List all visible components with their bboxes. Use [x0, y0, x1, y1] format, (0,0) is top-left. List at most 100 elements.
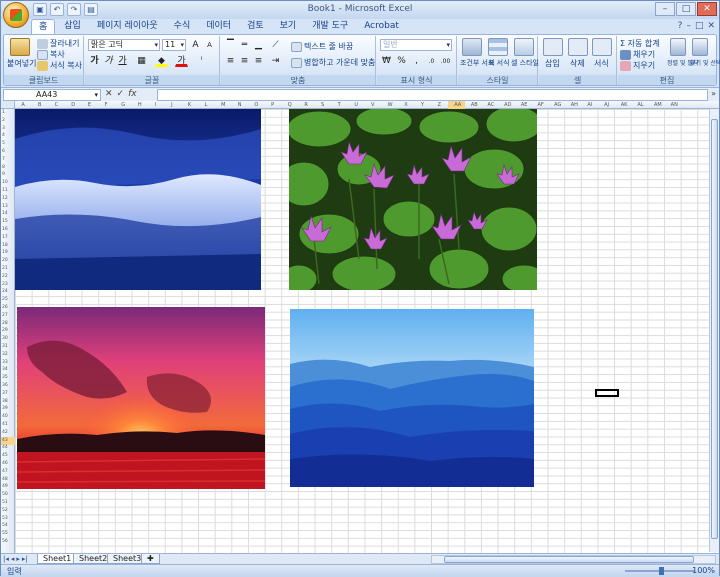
column-header[interactable]: AE	[521, 102, 528, 108]
column-header[interactable]: R	[304, 102, 307, 108]
column-header[interactable]: AI	[587, 102, 592, 108]
row-header[interactable]: 56	[2, 539, 8, 544]
column-header[interactable]: AM	[654, 102, 662, 108]
zoom-slider-knob[interactable]	[659, 567, 664, 575]
row-header[interactable]: 6	[2, 149, 5, 154]
insert-cells-button[interactable]: 삽입	[545, 58, 560, 69]
row-header[interactable]: 19	[2, 250, 8, 255]
row-header[interactable]: 31	[2, 344, 8, 349]
bold-button[interactable]: 가	[88, 55, 101, 67]
row-header[interactable]: 11	[2, 188, 8, 193]
row-header[interactable]: 37	[2, 391, 8, 396]
row-header[interactable]: 18	[2, 243, 8, 248]
row-header[interactable]: 1	[2, 110, 5, 115]
comma-button[interactable]: ,	[410, 55, 423, 67]
cell-styles-button[interactable]: 셀 스타일	[511, 58, 539, 68]
row-header[interactable]: 33	[2, 360, 8, 365]
column-header[interactable]: T	[338, 102, 341, 108]
align-center-button[interactable]: ≡	[238, 55, 251, 67]
column-header[interactable]: O	[254, 102, 258, 108]
number-format-select[interactable]: 일반 ▾	[380, 39, 452, 51]
find-select-icon[interactable]	[692, 38, 708, 56]
insert-sheet-icon[interactable]: ✚	[141, 554, 160, 564]
row-header[interactable]: 45	[2, 453, 8, 458]
align-left-button[interactable]: ≡	[224, 55, 237, 67]
row-header[interactable]: 52	[2, 508, 8, 513]
row-header[interactable]: 21	[2, 266, 8, 271]
column-header[interactable]: Z	[438, 102, 441, 108]
row-header[interactable]: 22	[2, 274, 8, 279]
sheet-tab-1[interactable]: Sheet1	[37, 554, 78, 564]
tab-formulas[interactable]: 수식	[167, 19, 198, 34]
zoom-level[interactable]: 100%	[692, 566, 715, 575]
row-header[interactable]: 54	[2, 523, 8, 528]
row-header[interactable]: 23	[2, 282, 8, 287]
column-header[interactable]: F	[105, 102, 108, 108]
column-header[interactable]: C	[55, 102, 59, 108]
office-button[interactable]	[3, 2, 29, 28]
row-header[interactable]: 8	[2, 165, 5, 170]
row-header[interactable]: 29	[2, 328, 8, 333]
column-header[interactable]: Y	[421, 102, 424, 108]
help-icon[interactable]: ?	[678, 21, 683, 31]
tab-review[interactable]: 검토	[240, 19, 271, 34]
row-header[interactable]: 25	[2, 297, 8, 302]
expand-formula-icon[interactable]: »	[711, 89, 716, 98]
column-header[interactable]: L	[204, 102, 207, 108]
last-sheet-icon[interactable]: ▸|	[22, 555, 28, 563]
clear-button[interactable]: 지우기	[620, 60, 655, 71]
column-header[interactable]: D	[71, 102, 75, 108]
font-name-select[interactable]: 맑은 고딕 ▾	[88, 39, 160, 51]
tab-view[interactable]: 보기	[273, 19, 304, 34]
row-header[interactable]: 50	[2, 492, 8, 497]
row-header[interactable]: 51	[2, 500, 8, 505]
column-header[interactable]: H	[138, 102, 142, 108]
row-header[interactable]: 13	[2, 204, 8, 209]
column-header[interactable]: AH	[571, 102, 578, 108]
selected-cell[interactable]	[595, 389, 619, 397]
picture-sunset[interactable]	[17, 307, 265, 489]
align-top-button[interactable]: ▔	[224, 39, 237, 51]
row-header[interactable]: 44	[2, 445, 8, 450]
row-header[interactable]: 36	[2, 383, 8, 388]
row-header[interactable]: 34	[2, 367, 8, 372]
format-painter-button[interactable]: 서식 복사	[37, 60, 82, 71]
name-box[interactable]: AA43 ▾	[3, 89, 101, 101]
conditional-format-icon[interactable]	[462, 38, 482, 56]
font-color-button[interactable]: 가	[175, 55, 188, 67]
column-header[interactable]: V	[371, 102, 374, 108]
format-cells-button[interactable]: 서식	[594, 58, 609, 69]
row-header[interactable]: 27	[2, 313, 8, 318]
format-cells-icon[interactable]	[592, 38, 612, 56]
delete-cells-icon[interactable]	[568, 38, 588, 56]
row-header[interactable]: 55	[2, 531, 8, 536]
format-table-icon[interactable]	[488, 38, 508, 56]
row-header[interactable]: 14	[2, 211, 8, 216]
percent-button[interactable]: %	[395, 55, 408, 67]
indent-button[interactable]: ⇥	[269, 55, 282, 67]
row-header[interactable]: 39	[2, 406, 8, 411]
align-bottom-button[interactable]: ▁	[252, 39, 265, 51]
minimize-button[interactable]: –	[655, 2, 675, 16]
row-header[interactable]: 53	[2, 516, 8, 521]
tab-insert[interactable]: 삽입	[57, 19, 88, 34]
row-header[interactable]: 24	[2, 289, 8, 294]
row-header[interactable]: 12	[2, 196, 8, 201]
row-header[interactable]: 15	[2, 219, 8, 224]
decrease-decimal-button[interactable]: .00	[439, 55, 452, 67]
italic-button[interactable]: 가	[102, 55, 115, 67]
row-header[interactable]: 32	[2, 352, 8, 357]
insert-cells-icon[interactable]	[543, 38, 563, 56]
phonetic-button[interactable]: ⁱ	[195, 55, 208, 67]
ribbon-minimize-icon[interactable]: –	[686, 21, 691, 31]
column-header[interactable]: G	[121, 102, 125, 108]
cut-button[interactable]: 잘라내기	[37, 38, 79, 49]
font-size-select[interactable]: 11 ▾	[162, 39, 186, 51]
row-header[interactable]: 48	[2, 477, 8, 482]
vertical-scrollbar[interactable]	[709, 109, 719, 552]
column-header[interactable]: W	[388, 102, 393, 108]
workbook-close-icon[interactable]: ✕	[707, 21, 715, 31]
vertical-scroll-thumb[interactable]	[711, 119, 718, 539]
row-header[interactable]: 26	[2, 305, 8, 310]
autosum-button[interactable]: Σ 자동 합계	[620, 38, 660, 49]
